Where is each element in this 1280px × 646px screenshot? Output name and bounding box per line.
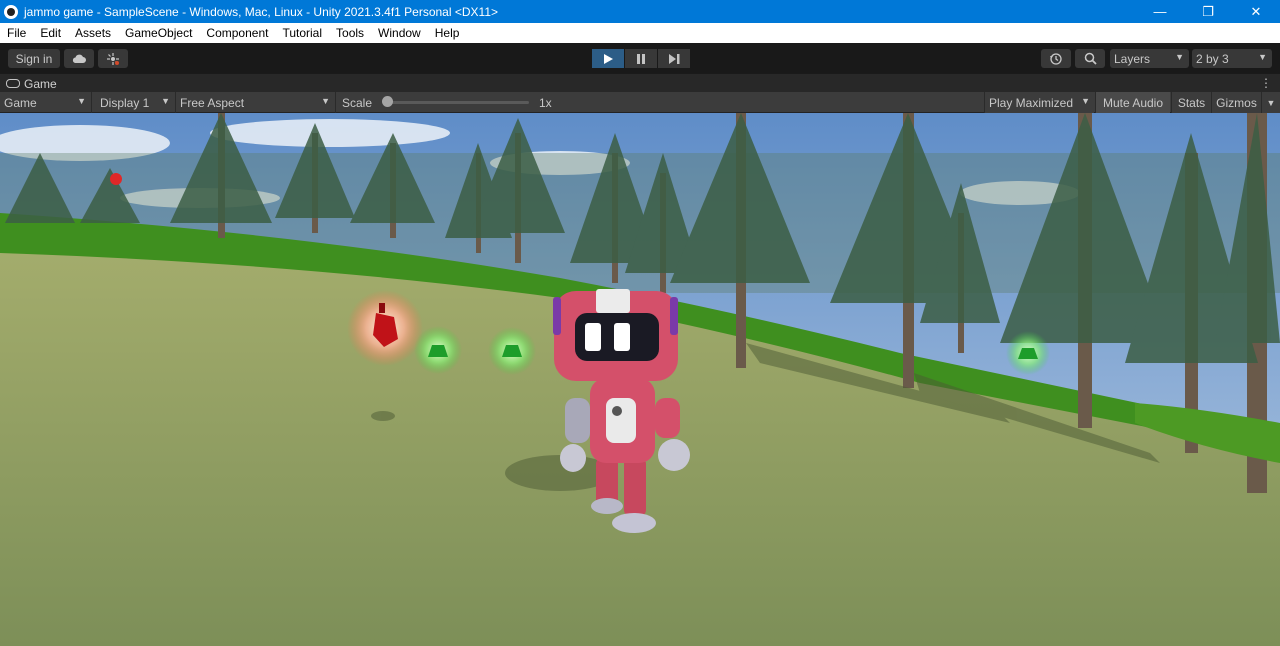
stats-toggle[interactable]: Stats [1171, 92, 1211, 113]
window-titlebar: jammo game - SampleScene - Windows, Mac,… [0, 0, 1280, 23]
minimize-button[interactable]: — [1136, 0, 1184, 23]
pause-button[interactable] [625, 49, 657, 68]
menu-window[interactable]: Window [371, 23, 428, 43]
menu-tutorial[interactable]: Tutorial [275, 23, 329, 43]
gamepad-icon [6, 79, 20, 88]
collab-button[interactable] [98, 49, 128, 68]
layers-label: Layers [1114, 51, 1151, 66]
cloud-button[interactable] [64, 49, 94, 68]
gizmos-dropdown[interactable]: ▼ [1261, 92, 1280, 113]
scale-slider-handle[interactable] [382, 96, 393, 107]
menu-gameobject[interactable]: GameObject [118, 23, 199, 43]
red-gem-pickup [110, 173, 122, 185]
search-icon [1084, 52, 1097, 65]
green-gem-pickup [488, 327, 536, 375]
aspect-dropdown[interactable]: Free Aspect ▼ [176, 92, 336, 113]
game-viewport[interactable] [0, 113, 1280, 646]
history-icon [1050, 52, 1062, 65]
play-button[interactable] [592, 49, 624, 68]
red-gem-pickup [347, 290, 423, 366]
aspect-label: Free Aspect [180, 95, 245, 110]
play-controls [592, 49, 691, 68]
menu-edit[interactable]: Edit [33, 23, 68, 43]
scale-label: Scale [342, 95, 373, 110]
play-maximized-dropdown[interactable]: Play Maximized ▼ [984, 92, 1094, 113]
menu-tools[interactable]: Tools [329, 23, 371, 43]
step-button[interactable] [658, 49, 690, 68]
chevron-down-icon: ▼ [321, 96, 330, 106]
sign-in-button[interactable]: Sign in [8, 49, 60, 68]
tab-game[interactable]: Game [4, 74, 57, 93]
tab-game-label: Game [24, 76, 57, 91]
search-button[interactable] [1075, 49, 1105, 68]
unity-logo-icon [4, 4, 18, 19]
layout-label: 2 by 3 [1196, 51, 1229, 66]
play-maximized-label: Play Maximized [989, 95, 1074, 110]
window-title: jammo game - SampleScene - Windows, Mac,… [24, 4, 498, 19]
scale-slider-track[interactable] [387, 101, 529, 104]
maximize-button[interactable]: ❐ [1184, 0, 1232, 23]
layout-dropdown[interactable]: 2 by 3 ▼ [1192, 49, 1272, 68]
chevron-down-icon: ▼ [77, 96, 86, 106]
display-label: Display 1 [100, 95, 150, 110]
more-options-icon[interactable]: ⋮ [1260, 76, 1272, 90]
scale-value: 1x [539, 95, 552, 110]
undo-history-button[interactable] [1041, 49, 1071, 68]
chevron-down-icon: ▼ [1266, 97, 1276, 108]
game-tab-row: Game ⋮ [0, 73, 1280, 92]
green-gem-pickup [414, 326, 462, 374]
pause-icon [637, 53, 645, 64]
menu-help[interactable]: Help [428, 23, 467, 43]
main-toolbar: Sign in Layers ▼ 2 by 3 ▼ [0, 43, 1280, 73]
play-icon [604, 53, 613, 64]
chevron-down-icon: ▼ [1175, 52, 1184, 62]
view-mode-label: Game [4, 95, 37, 110]
menu-file[interactable]: File [0, 23, 33, 43]
chevron-down-icon: ▼ [1258, 52, 1267, 62]
chevron-down-icon: ▼ [1081, 96, 1090, 106]
game-scene [0, 113, 1280, 646]
menu-assets[interactable]: Assets [68, 23, 118, 43]
mute-audio-toggle[interactable]: Mute Audio [1095, 92, 1170, 113]
cloud-icon [72, 54, 86, 63]
view-mode-dropdown[interactable]: Game ▼ [0, 92, 92, 113]
display-dropdown[interactable]: Display 1 ▼ [96, 92, 176, 113]
layers-dropdown[interactable]: Layers ▼ [1110, 49, 1189, 68]
green-gem-pickup [1006, 331, 1050, 375]
gizmos-toggle[interactable]: Gizmos [1211, 92, 1261, 113]
collab-icon [107, 52, 119, 65]
chevron-down-icon: ▼ [161, 96, 170, 106]
step-icon [668, 53, 679, 64]
menu-component[interactable]: Component [199, 23, 275, 43]
close-button[interactable]: ✕ [1232, 0, 1280, 23]
menu-bar: File Edit Assets GameObject Component Tu… [0, 23, 1280, 43]
